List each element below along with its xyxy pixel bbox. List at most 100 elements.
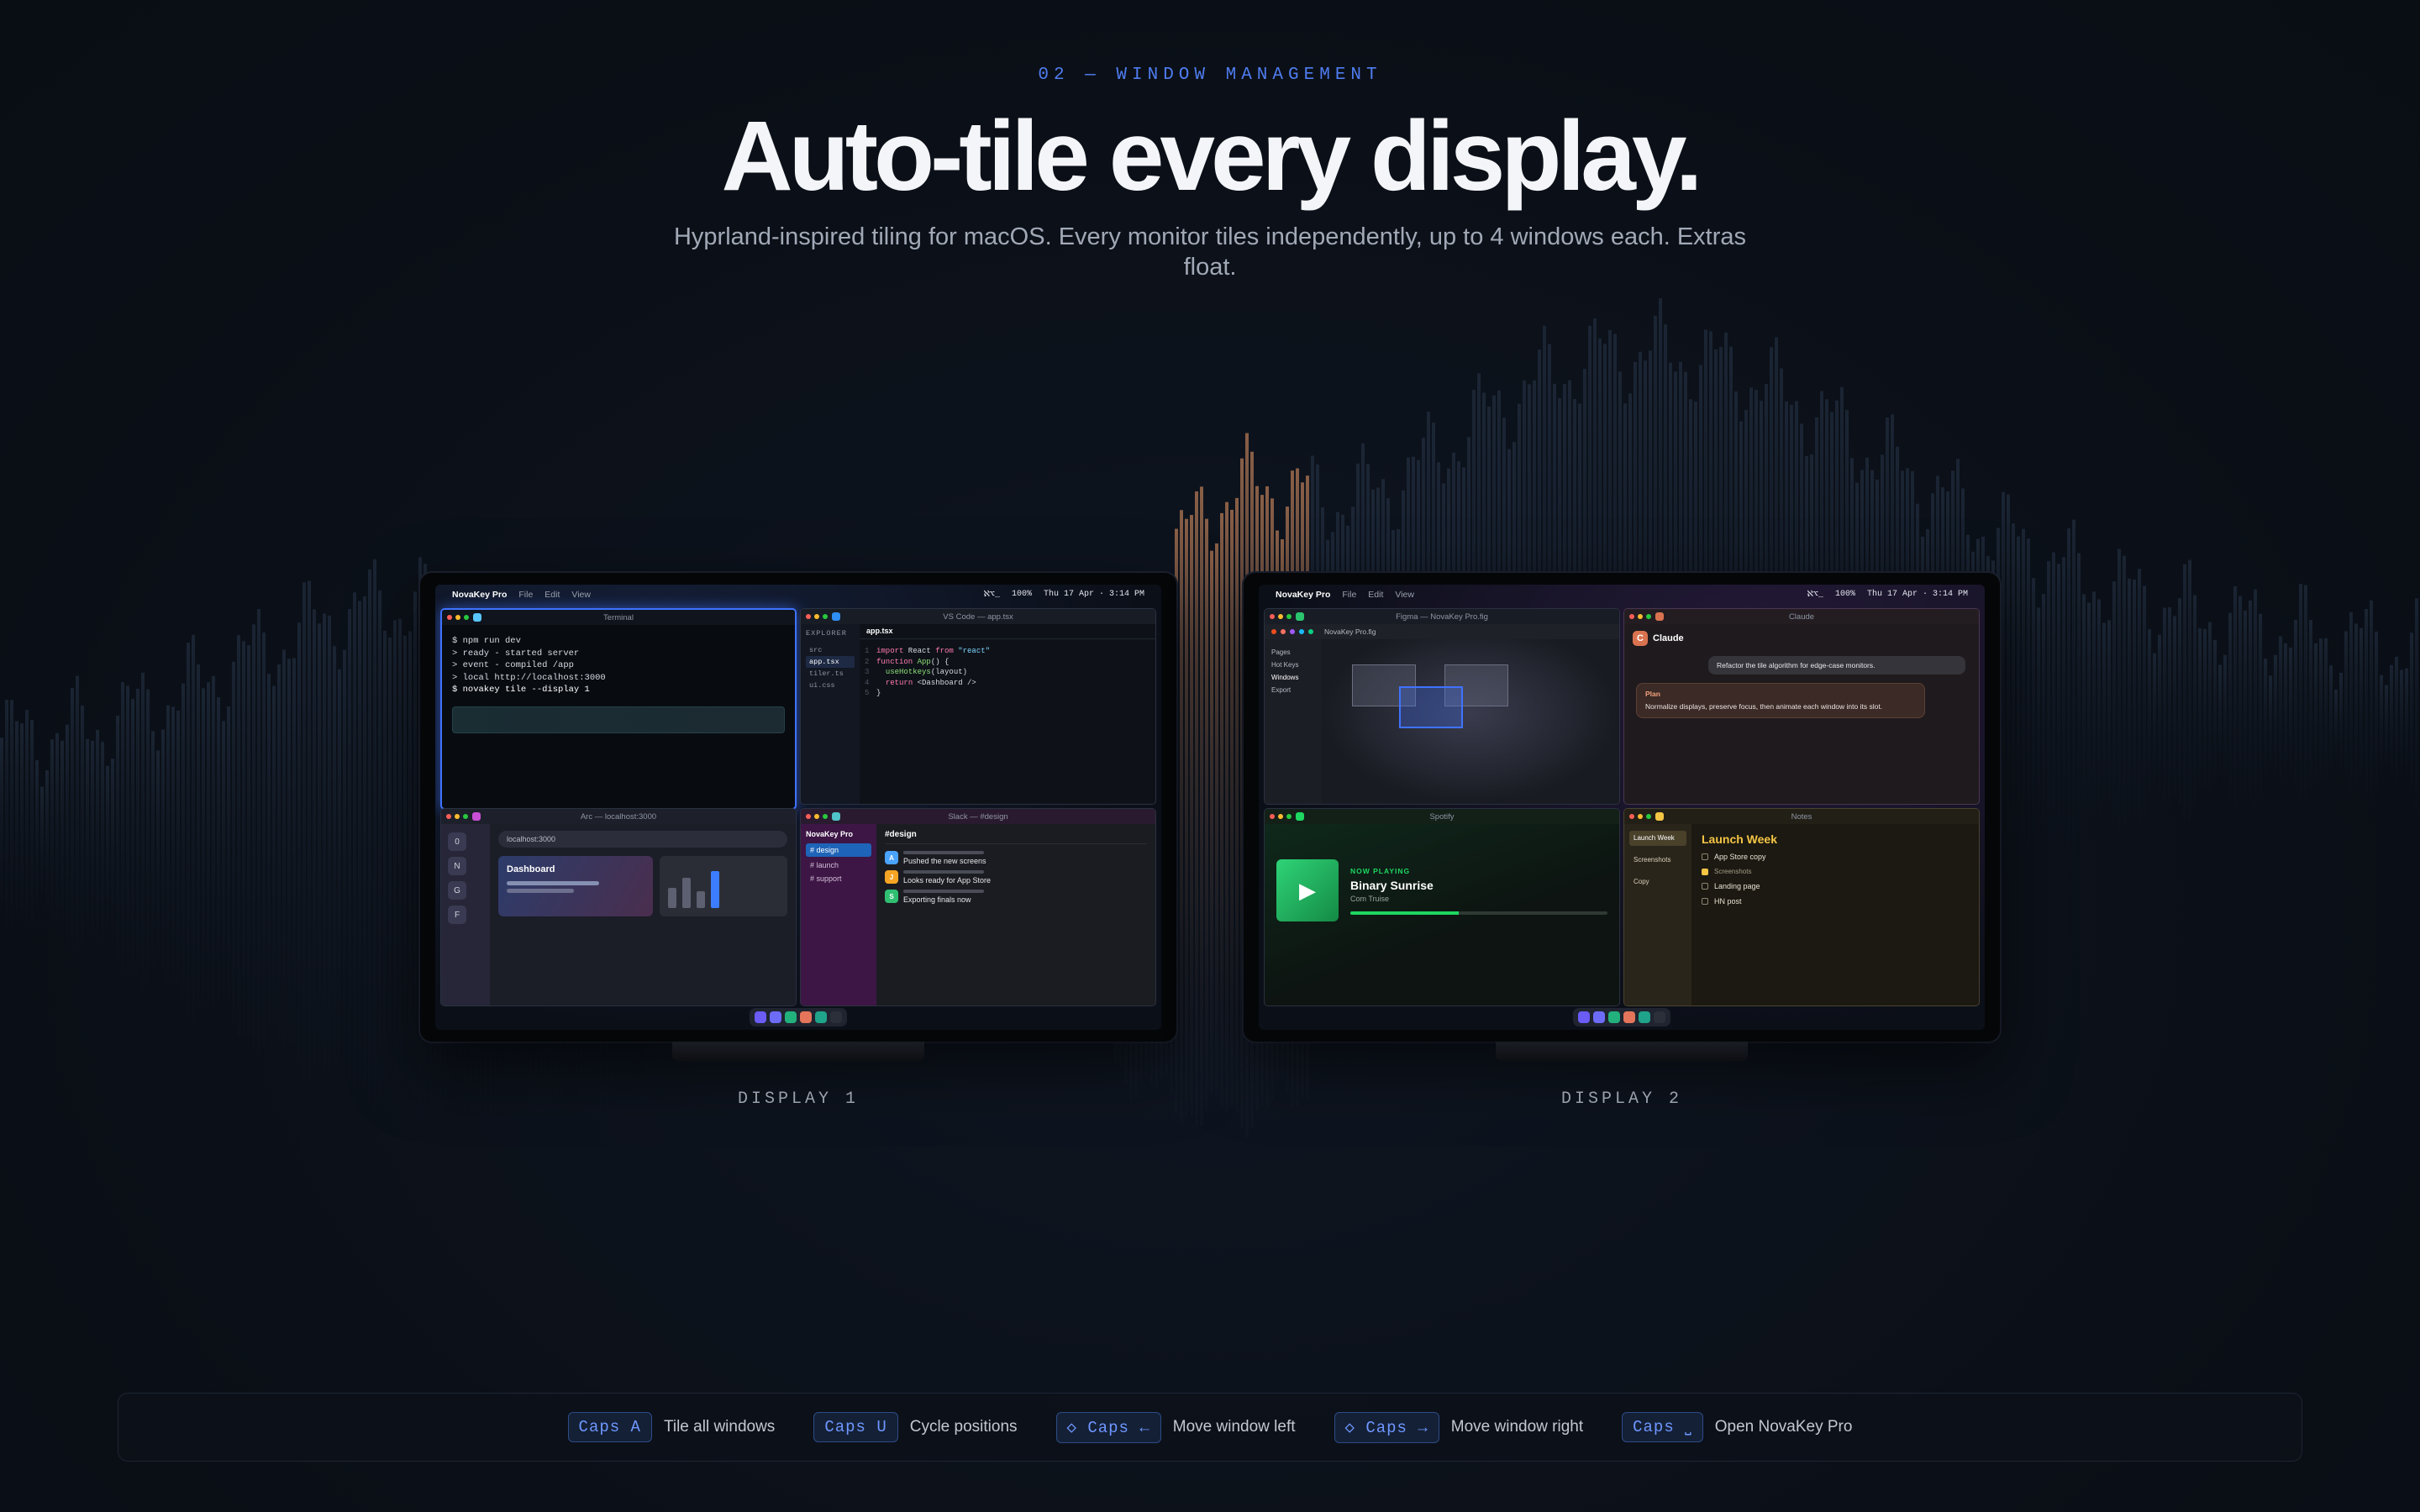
zoom-button[interactable] [1646, 614, 1651, 619]
editor-tab[interactable]: app.tsx [860, 624, 1155, 639]
close-button[interactable] [1270, 614, 1275, 619]
notes-window[interactable]: Notes Launch Week Screenshots Copy Launc… [1623, 808, 1980, 1006]
checklist-item[interactable]: HN post [1702, 897, 1969, 906]
checklist-item[interactable]: Screenshots [1702, 868, 1969, 875]
notes-folder-active[interactable]: Launch Week [1629, 831, 1686, 846]
dock-app-icon[interactable] [755, 1011, 766, 1023]
close-button[interactable] [1629, 814, 1634, 819]
avatar[interactable]: S [885, 890, 898, 903]
message-row[interactable]: S Exporting finals now [885, 890, 1147, 904]
figma-window[interactable]: Figma — NovaKey Pro.fig NovaKey Pro.fig … [1264, 608, 1620, 805]
menubar-app-name[interactable]: NovaKey Pro [452, 590, 507, 600]
arc-window[interactable]: Arc — localhost:3000 0 N G F localhost:3… [440, 808, 797, 1006]
workspace-name[interactable]: NovaKey Pro [806, 830, 871, 838]
dock-app-icon[interactable] [1654, 1011, 1665, 1023]
minimize-button[interactable] [455, 814, 460, 819]
notes-folder[interactable]: Copy [1629, 874, 1686, 890]
arc-space-button[interactable]: 0 [448, 832, 466, 851]
menu-file[interactable]: File [518, 590, 533, 600]
terminal-input[interactable] [452, 706, 785, 733]
checkbox[interactable] [1702, 898, 1708, 905]
battery-status[interactable]: 100% [1012, 590, 1032, 600]
minimize-button[interactable] [1638, 814, 1643, 819]
dock-app-icon[interactable] [1593, 1011, 1605, 1023]
close-button[interactable] [447, 615, 452, 620]
arc-space-button[interactable]: N [448, 857, 466, 875]
play-button[interactable]: ▶ [1276, 859, 1339, 921]
dock-app-icon[interactable] [1623, 1011, 1635, 1023]
address-bar[interactable]: localhost:3000 [498, 831, 787, 848]
menu-file[interactable]: File [1342, 590, 1356, 600]
zoom-button[interactable] [1286, 814, 1292, 819]
arc-space-button[interactable]: G [448, 881, 466, 900]
claude-window[interactable]: Claude C Claude Refactor the tile algori… [1623, 608, 1980, 805]
dock-app-icon[interactable] [785, 1011, 797, 1023]
close-button[interactable] [806, 614, 811, 619]
avatar[interactable]: J [885, 870, 898, 884]
message-row[interactable]: A Pushed the new screens [885, 851, 1147, 865]
zoom-button[interactable] [1286, 614, 1292, 619]
checklist-item[interactable]: Landing page [1702, 882, 1969, 890]
slack-window[interactable]: Slack — #design NovaKey Pro # design # l… [800, 808, 1156, 1006]
channel-support[interactable]: # support [806, 872, 871, 885]
close-button[interactable] [446, 814, 451, 819]
avatar[interactable]: A [885, 851, 898, 864]
status-icon[interactable]: ℵ⌥_ [1807, 590, 1823, 600]
minimize-button[interactable] [1278, 614, 1283, 619]
playback-progress[interactable] [1350, 911, 1607, 915]
channel-design[interactable]: # design [806, 843, 871, 857]
battery-status[interactable]: 100% [1835, 590, 1855, 600]
minimize-button[interactable] [814, 814, 819, 819]
checkbox[interactable] [1702, 853, 1708, 860]
close-button[interactable] [806, 814, 811, 819]
code-editor[interactable]: 1 import React from "react" 2 function App(… [860, 639, 1155, 706]
checkbox[interactable] [1702, 883, 1708, 890]
minimize-button[interactable] [814, 614, 819, 619]
vscode-window[interactable]: VS Code — app.tsx EXPLORER src app.tsx t… [800, 608, 1156, 805]
explorer-item-active[interactable]: app.tsx [806, 656, 855, 668]
zoom-button[interactable] [823, 614, 828, 619]
dock-app-icon[interactable] [1578, 1011, 1590, 1023]
close-button[interactable] [1270, 814, 1275, 819]
dock-app-icon[interactable] [830, 1011, 842, 1023]
dashboard-card[interactable]: Dashboard [498, 856, 653, 916]
canvas-frame-selected[interactable] [1399, 686, 1463, 728]
spotify-window[interactable]: Spotify ▶ NOW PLAYING Binary Sunrise Com… [1264, 808, 1620, 1006]
minimize-button[interactable] [1278, 814, 1283, 819]
message-row[interactable]: J Looks ready for App Store [885, 870, 1147, 885]
figma-canvas[interactable] [1322, 639, 1619, 804]
zoom-button[interactable] [823, 814, 828, 819]
clock[interactable]: Thu 17 Apr · 3:14 PM [1867, 590, 1968, 600]
menu-view[interactable]: View [1395, 590, 1414, 600]
close-button[interactable] [1629, 614, 1634, 619]
layer-item[interactable]: Hot Keys [1271, 659, 1315, 671]
dock-app-icon[interactable] [1608, 1011, 1620, 1023]
notes-folder[interactable]: Screenshots [1629, 853, 1686, 868]
explorer-item[interactable]: tiler.ts [806, 668, 855, 680]
status-icon[interactable]: ℵ⌥_ [983, 590, 999, 600]
zoom-button[interactable] [1646, 814, 1651, 819]
menu-edit[interactable]: Edit [1368, 590, 1383, 600]
channel-launch[interactable]: # launch [806, 858, 871, 872]
menu-view[interactable]: View [571, 590, 591, 600]
minimize-button[interactable] [1638, 614, 1643, 619]
arc-space-button[interactable]: F [448, 906, 466, 924]
dock-app-icon[interactable] [770, 1011, 781, 1023]
layer-item[interactable]: Export [1271, 684, 1315, 696]
explorer-item[interactable]: ui.css [806, 680, 855, 691]
menu-edit[interactable]: Edit [544, 590, 560, 600]
checklist-item[interactable]: App Store copy [1702, 853, 1969, 861]
checkbox[interactable] [1702, 868, 1708, 875]
terminal-window[interactable]: Terminal $ npm run dev > ready - started… [440, 608, 797, 810]
minimize-button[interactable] [455, 615, 460, 620]
menubar-app-name[interactable]: NovaKey Pro [1276, 590, 1330, 600]
figma-file-tab[interactable]: NovaKey Pro.fig [1324, 627, 1376, 636]
layer-item[interactable]: Pages [1271, 646, 1315, 659]
clock[interactable]: Thu 17 Apr · 3:14 PM [1044, 590, 1144, 600]
layer-item-active[interactable]: Windows [1271, 671, 1315, 684]
explorer-item[interactable]: src [806, 644, 855, 656]
dock-app-icon[interactable] [800, 1011, 812, 1023]
zoom-button[interactable] [464, 615, 469, 620]
dock-app-icon[interactable] [815, 1011, 827, 1023]
dock-app-icon[interactable] [1639, 1011, 1650, 1023]
